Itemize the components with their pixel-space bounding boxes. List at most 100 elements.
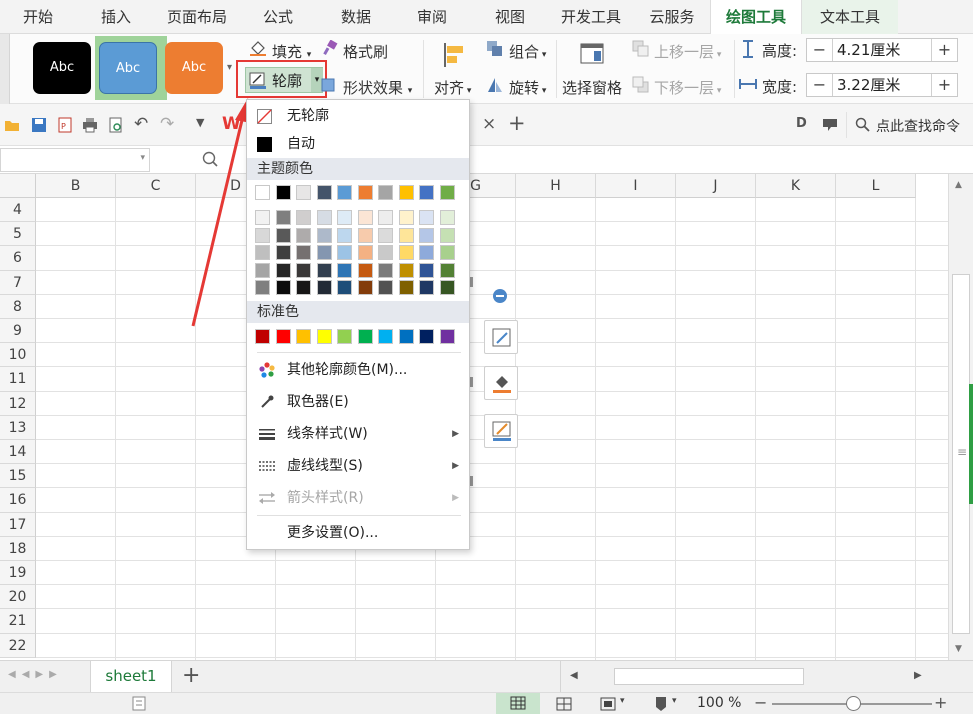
- theme-color-swatch[interactable]: [337, 185, 352, 200]
- arrow-style-item[interactable]: 箭头样式(R) ▶: [247, 483, 469, 513]
- hscroll-thumb[interactable]: [614, 668, 804, 685]
- column-header[interactable]: L: [836, 174, 916, 198]
- theme-shade-swatch[interactable]: [419, 210, 434, 225]
- open-folder-icon[interactable]: [4, 118, 20, 132]
- standard-color-swatch[interactable]: [398, 329, 414, 344]
- ribbon-scroll-left[interactable]: [0, 34, 10, 104]
- width-minus-button[interactable]: −: [807, 74, 833, 96]
- print-icon[interactable]: [82, 117, 98, 133]
- bring-forward-button[interactable]: 上移一层 ▾: [654, 41, 721, 62]
- theme-shade-swatch[interactable]: [337, 262, 352, 278]
- vertical-scrollbar[interactable]: ▲ ≡ ▼: [948, 174, 973, 660]
- row-header[interactable]: 4: [0, 198, 36, 223]
- fill-button[interactable]: 填充 ▾: [272, 41, 311, 62]
- row-header[interactable]: 15: [0, 464, 36, 489]
- theme-shade-swatch[interactable]: [275, 227, 291, 243]
- row-header[interactable]: 21: [0, 609, 36, 634]
- page-break-view-icon[interactable]: [556, 697, 572, 711]
- theme-shade-swatch[interactable]: [337, 210, 352, 225]
- theme-shade-swatch[interactable]: [255, 262, 270, 278]
- theme-shade-swatch[interactable]: [357, 262, 373, 278]
- close-tab-icon[interactable]: ×: [482, 114, 496, 134]
- theme-shade-swatch[interactable]: [378, 245, 393, 260]
- column-header[interactable]: I: [596, 174, 676, 198]
- no-outline-item[interactable]: 无轮廓: [247, 101, 469, 131]
- theme-shade-swatch[interactable]: [255, 245, 270, 260]
- theme-shade-swatch[interactable]: [337, 280, 352, 295]
- scroll-thumb[interactable]: ≡: [952, 274, 970, 634]
- theme-color-swatch[interactable]: [316, 185, 332, 200]
- shape-effects-button[interactable]: 形状效果 ▾: [343, 77, 412, 98]
- scroll-down-icon[interactable]: ▼: [955, 644, 962, 654]
- collapse-float-icon[interactable]: [492, 288, 508, 304]
- name-box-dropdown-icon[interactable]: ▾: [140, 153, 145, 163]
- line-style-item[interactable]: 线条样式(W) ▶: [247, 419, 469, 449]
- tab-page-layout[interactable]: 页面布局: [160, 0, 234, 34]
- tab-cloud[interactable]: 云服务: [642, 0, 702, 34]
- dash-type-item[interactable]: 虚线线型(S) ▶: [247, 451, 469, 481]
- style-preset-black[interactable]: Abc: [33, 42, 91, 94]
- float-style-button[interactable]: [484, 320, 518, 354]
- column-header[interactable]: J: [676, 174, 756, 198]
- zoom-out-button[interactable]: −: [754, 693, 767, 712]
- theme-shade-swatch[interactable]: [398, 262, 414, 278]
- page-layout-view-icon[interactable]: [600, 697, 616, 711]
- row-header[interactable]: 10: [0, 343, 36, 368]
- row-header[interactable]: 20: [0, 585, 36, 610]
- column-header[interactable]: C: [116, 174, 196, 198]
- standard-color-swatch[interactable]: [255, 329, 270, 344]
- normal-view-button[interactable]: [496, 693, 540, 714]
- width-stepper[interactable]: − 3.22厘米 +: [806, 73, 958, 97]
- zoom-slider-thumb[interactable]: [846, 696, 861, 711]
- redo-icon[interactable]: ↷: [160, 114, 174, 134]
- theme-shade-swatch[interactable]: [357, 280, 373, 295]
- zoom-level[interactable]: 100 %: [697, 695, 741, 711]
- theme-shade-swatch[interactable]: [419, 245, 434, 260]
- column-header[interactable]: B: [36, 174, 116, 198]
- doc-status-icon[interactable]: [132, 696, 146, 711]
- theme-color-swatch[interactable]: [357, 185, 373, 200]
- theme-shade-swatch[interactable]: [439, 227, 455, 243]
- theme-color-swatch[interactable]: [419, 185, 434, 200]
- height-plus-button[interactable]: +: [931, 39, 957, 61]
- collapse-icon[interactable]: D: [796, 116, 807, 131]
- row-header[interactable]: 11: [0, 367, 36, 392]
- height-stepper[interactable]: − 4.21厘米 +: [806, 38, 958, 62]
- tab-developer[interactable]: 开发工具: [554, 0, 628, 34]
- hscroll-right-icon[interactable]: ▶: [914, 670, 922, 681]
- sheet-nav-icon[interactable]: ◀◀▶▶: [8, 669, 63, 680]
- theme-shade-swatch[interactable]: [275, 280, 291, 295]
- auto-color-item[interactable]: 自动: [247, 129, 469, 159]
- name-box[interactable]: ▾: [0, 148, 150, 172]
- more-settings-item[interactable]: 更多设置(O)...: [247, 518, 469, 548]
- tab-home[interactable]: 开始: [10, 0, 66, 34]
- view-dropdown-icon[interactable]: ▾: [620, 696, 625, 706]
- hscroll-left-icon[interactable]: ◀: [570, 670, 578, 681]
- theme-shade-swatch[interactable]: [316, 280, 332, 295]
- standard-color-swatch[interactable]: [296, 329, 311, 344]
- eye-dropdown-icon[interactable]: ▾: [672, 696, 677, 706]
- row-header[interactable]: 9: [0, 319, 36, 344]
- theme-shade-swatch[interactable]: [398, 210, 414, 225]
- wps-logo-icon[interactable]: W: [222, 114, 241, 134]
- theme-shade-swatch[interactable]: [316, 262, 332, 278]
- select-all-corner[interactable]: [0, 174, 36, 198]
- theme-color-swatch[interactable]: [255, 185, 270, 200]
- tab-insert[interactable]: 插入: [88, 0, 144, 34]
- theme-shade-swatch[interactable]: [357, 245, 373, 260]
- send-backward-button[interactable]: 下移一层 ▾: [654, 77, 721, 98]
- theme-shade-swatch[interactable]: [398, 227, 414, 243]
- theme-shade-swatch[interactable]: [439, 245, 455, 260]
- standard-color-swatch[interactable]: [316, 329, 332, 344]
- new-tab-icon[interactable]: +: [508, 111, 526, 135]
- row-header[interactable]: 8: [0, 294, 36, 319]
- tab-review[interactable]: 审阅: [404, 0, 460, 34]
- theme-shade-swatch[interactable]: [398, 280, 414, 295]
- theme-shade-swatch[interactable]: [275, 210, 291, 225]
- theme-shade-swatch[interactable]: [439, 262, 455, 278]
- style-preset-orange[interactable]: Abc: [165, 42, 223, 94]
- width-value[interactable]: 3.22厘米: [837, 74, 900, 96]
- theme-color-swatch[interactable]: [439, 185, 455, 200]
- height-value[interactable]: 4.21厘米: [837, 39, 900, 61]
- float-outline-button[interactable]: [484, 414, 518, 448]
